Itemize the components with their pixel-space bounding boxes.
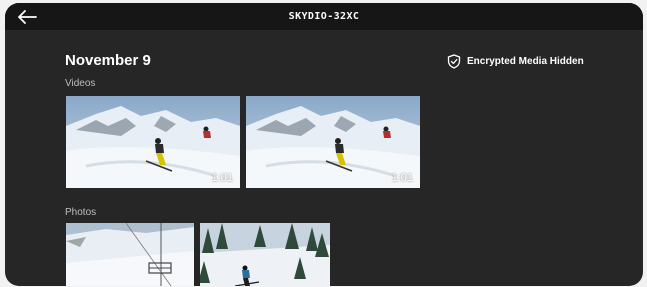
video-thumbnail-1[interactable]: 1:01 [66, 96, 240, 188]
video-thumbnail-2[interactable]: 1:01 [246, 96, 420, 188]
date-heading: November 9 [65, 52, 151, 69]
arrow-left-icon [18, 10, 37, 24]
back-button[interactable] [15, 7, 39, 27]
photo-thumbnail-2[interactable] [200, 223, 330, 286]
videos-section-label: Videos [65, 78, 96, 89]
encrypted-media-label: Encrypted Media Hidden [467, 56, 584, 67]
video-duration: 1:01 [391, 172, 413, 184]
encrypted-media-indicator[interactable]: Encrypted Media Hidden [447, 54, 584, 69]
shield-check-icon [447, 54, 461, 69]
photo-thumbnail-1[interactable] [66, 223, 194, 286]
top-bar: SKYDIO-32XC [5, 3, 643, 30]
device-title: SKYDIO-32XC [288, 11, 360, 22]
gallery-screen: SKYDIO-32XC November 9 Encrypted Media H… [5, 3, 643, 286]
video-duration: 1:01 [211, 172, 233, 184]
photos-section-label: Photos [65, 207, 97, 218]
ski-lift-photo [66, 223, 194, 286]
skier-forest-photo [200, 223, 330, 286]
